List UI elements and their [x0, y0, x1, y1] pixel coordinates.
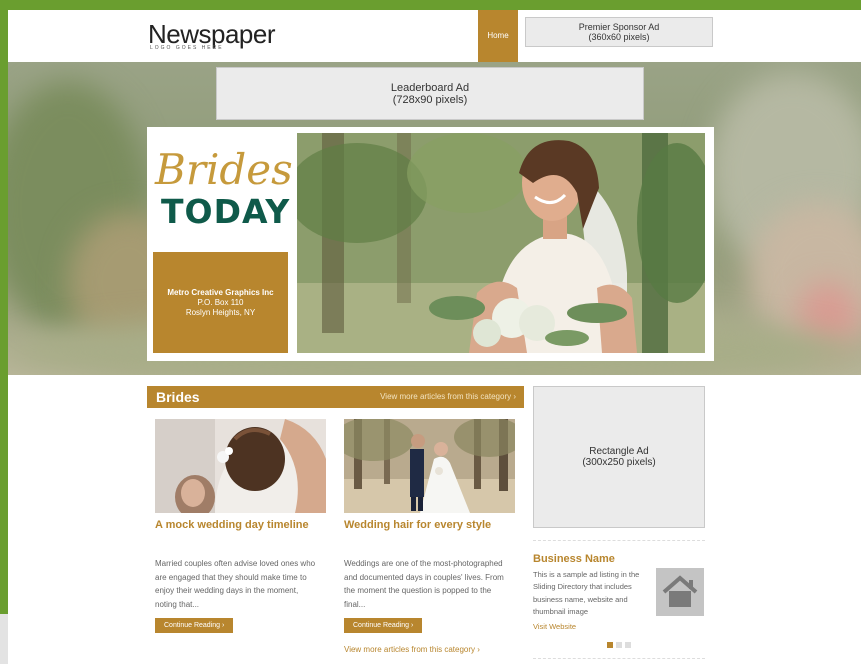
article-excerpt: Weddings are one of the most-photographe…	[344, 559, 504, 609]
leaderboard-ad-size: (728x90 pixels)	[392, 93, 468, 106]
category-title[interactable]: Brides	[156, 389, 200, 405]
sponsor-ad-title: Premier Sponsor Ad	[578, 22, 660, 32]
business-description: This is a sample ad listing in the Slidi…	[533, 570, 640, 616]
logo-tagline: LOGO GOES HERE	[150, 45, 224, 51]
rectangle-ad-size: (300x250 pixels)	[582, 457, 656, 468]
company-name: Metro Creative Graphics Inc	[167, 287, 274, 297]
address-line-1: P.O. Box 110	[197, 297, 244, 307]
article-excerpt: Married couples often advise loved ones …	[155, 559, 316, 609]
article-title[interactable]: Wedding hair for every style	[344, 519, 491, 531]
business-thumbnail[interactable]	[656, 568, 704, 616]
bride-photo	[297, 133, 705, 353]
rectangle-ad[interactable]: Rectangle Ad (300x250 pixels)	[533, 386, 705, 528]
address-line-2: Roslyn Heights, NY	[185, 307, 256, 317]
continue-reading-button[interactable]: Continue Reading ›	[155, 618, 234, 633]
article-card: Wedding hair for every style Weddings ar…	[344, 419, 515, 633]
leaderboard-ad-title: Leaderboard Ad	[390, 81, 470, 94]
divider	[533, 658, 705, 659]
article-thumbnail[interactable]	[155, 419, 326, 513]
top-frame-bar	[0, 0, 861, 10]
continue-reading-button[interactable]: Continue Reading ›	[344, 618, 423, 633]
banner-bold-title: TODAY	[161, 192, 291, 231]
address-box: Metro Creative Graphics Inc P.O. Box 110…	[153, 252, 288, 353]
page: Newspaper LOGO GOES HERE Home Premier Sp…	[8, 10, 861, 664]
premier-sponsor-ad[interactable]: Premier Sponsor Ad (360x60 pixels)	[525, 17, 713, 47]
home-icon	[662, 575, 698, 607]
article-thumbnail[interactable]	[344, 419, 515, 513]
category-header: Brides View more articles from this cate…	[147, 386, 524, 408]
article-title[interactable]: A mock wedding day timeline	[155, 519, 309, 531]
visit-website-link[interactable]: Visit Website	[533, 622, 576, 631]
nav-home[interactable]: Home	[478, 10, 518, 62]
business-name[interactable]: Business Name	[533, 553, 615, 565]
leaderboard-ad[interactable]: Leaderboard Ad (728x90 pixels)	[216, 67, 644, 120]
featured-banner[interactable]: Brides TODAY Metro Creative Graphics Inc…	[147, 127, 714, 361]
articles-more-link[interactable]: View more articles from this category ›	[344, 645, 480, 654]
article-card: A mock wedding day timeline Married coup…	[155, 419, 326, 633]
sponsor-ad-size: (360x60 pixels)	[588, 32, 650, 42]
frame-edge	[0, 614, 8, 664]
slider-dot[interactable]	[616, 642, 622, 648]
divider	[533, 540, 705, 541]
banner-script-title: Brides	[155, 145, 293, 194]
site-header: Newspaper LOGO GOES HERE Home Premier Sp…	[8, 10, 861, 62]
category-more-link[interactable]: View more articles from this category ›	[380, 392, 516, 401]
slider-dot[interactable]	[625, 642, 631, 648]
rectangle-ad-title: Rectangle Ad	[589, 446, 649, 457]
slider-dot-active[interactable]	[607, 642, 613, 648]
